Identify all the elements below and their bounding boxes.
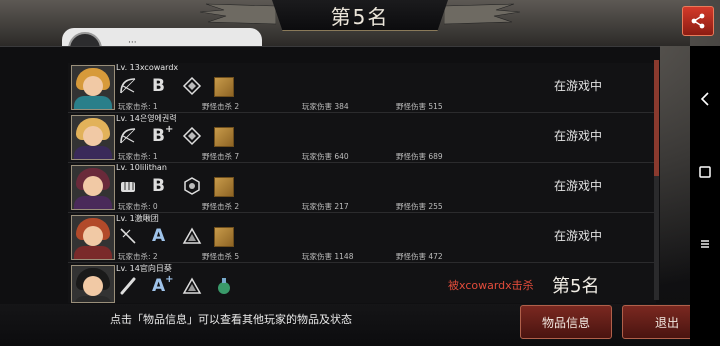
grade-badge: B <box>152 76 165 96</box>
player-row[interactable]: Lv. 13xcowardx B 玩家击杀: 1 野怪击杀 2 玩家伤害 384… <box>68 63 656 113</box>
rank-diamond-icon <box>182 126 202 146</box>
status-text: 在游戏中 <box>554 79 603 93</box>
share-button[interactable] <box>682 6 714 36</box>
avatar <box>71 65 115 110</box>
potion-icon <box>218 278 230 294</box>
avatar <box>71 165 115 210</box>
player-icons: A+ <box>118 274 238 296</box>
player-level-name: Lv. 14은영에권력 <box>116 114 177 123</box>
nav-back-icon[interactable] <box>690 92 720 106</box>
player-icons: A <box>118 226 238 247</box>
glove-icon <box>121 182 135 192</box>
equipped-item-icon <box>214 227 234 247</box>
right-wing-ornament-icon <box>444 3 521 25</box>
player-row[interactable]: Lv. 14官向日葵 A+ 被xcowardx击杀 第5名 <box>68 263 656 303</box>
player-damage: 玩家伤害 1148 <box>302 252 354 261</box>
avatar <box>71 115 115 160</box>
scrollbar[interactable] <box>654 60 659 300</box>
monster-kills: 野怪击杀 2 <box>202 102 240 111</box>
avatar <box>71 215 115 260</box>
scroll-thumb[interactable] <box>654 60 659 176</box>
status-text: 在游戏中 <box>554 229 603 243</box>
player-icons: B <box>118 176 238 197</box>
player-kills: 玩家击杀: 0 <box>118 202 158 211</box>
player-level-name: Lv. 1激啾团 <box>116 214 159 223</box>
player-damage: 玩家伤害 384 <box>302 102 349 111</box>
grade-badge: A <box>152 226 166 246</box>
rank-hexagon-icon <box>184 177 200 195</box>
rank-triangle-icon <box>182 277 202 294</box>
equipped-item-icon <box>214 177 234 197</box>
footer-bar: 点击「物品信息」可以查看其他玩家的物品及状态 物品信息 退出 <box>0 304 712 346</box>
monster-damage: 野怪伤害 689 <box>396 152 443 161</box>
player-row[interactable]: Lv. 14은영에권력 B+ 玩家击杀: 1 野怪击杀 7 玩家伤害 640 野… <box>68 113 656 163</box>
player-damage: 玩家伤害 217 <box>302 202 349 211</box>
grade-badge: A+ <box>152 274 174 296</box>
rank-title-banner: 第5名 <box>272 0 448 31</box>
nav-home-icon[interactable] <box>690 166 720 178</box>
monster-kills: 野怪击杀 7 <box>202 152 240 161</box>
spear-icon <box>120 228 136 244</box>
player-level-name: Lv. 14官向日葵 <box>116 264 172 273</box>
player-level-name: Lv. 13xcowardx <box>116 63 179 72</box>
bow-icon <box>120 128 136 144</box>
page-title: 第5名 <box>330 4 390 29</box>
player-level-name: Lv. 10lilithan <box>116 163 167 172</box>
monster-kills: 野怪击杀 5 <box>202 252 240 261</box>
share-icon <box>691 13 705 29</box>
status-text: 在游戏中 <box>554 179 603 193</box>
item-info-button[interactable]: 物品信息 <box>520 305 612 339</box>
grade-badge: B <box>152 176 165 196</box>
rank-triangle-icon <box>182 227 202 244</box>
avatar <box>71 265 115 303</box>
final-rank: 第5名 <box>552 276 600 297</box>
status-text: 在游戏中 <box>554 129 603 143</box>
bat-icon <box>120 277 136 295</box>
player-row[interactable]: Lv. 1激啾团 A 玩家击杀: 2 野怪击杀 5 玩家伤害 1148 野怪伤害… <box>68 213 656 263</box>
nav-menu-icon[interactable] <box>690 238 720 250</box>
hint-text: 点击「物品信息」可以查看其他玩家的物品及状态 <box>110 313 352 326</box>
grade-badge: B+ <box>152 124 174 146</box>
android-nav-bar <box>690 46 720 346</box>
player-kills: 玩家击杀: 2 <box>118 252 158 261</box>
left-wing-ornament-icon <box>199 3 276 25</box>
killed-by-text: 被xcowardx击杀 <box>448 279 534 292</box>
monster-damage: 野怪伤害 515 <box>396 102 443 111</box>
monster-damage: 野怪伤害 255 <box>396 202 443 211</box>
monster-kills: 野怪击杀 2 <box>202 202 240 211</box>
bow-icon <box>120 78 136 94</box>
player-kills: 玩家击杀: 1 <box>118 102 158 111</box>
rank-diamond-icon <box>182 76 202 96</box>
equipped-item-icon <box>214 127 234 147</box>
player-kills: 玩家击杀: 1 <box>118 152 158 161</box>
player-icons: B <box>118 76 238 97</box>
monster-damage: 野怪伤害 472 <box>396 252 443 261</box>
equipped-item-icon <box>214 77 234 97</box>
player-list-panel: Lv. 13xcowardx B 玩家击杀: 1 野怪击杀 2 玩家伤害 384… <box>0 46 660 305</box>
player-row[interactable]: Lv. 10lilithan B 玩家击杀: 0 野怪击杀 2 玩家伤害 217… <box>68 163 656 213</box>
player-damage: 玩家伤害 640 <box>302 152 349 161</box>
player-icons: B+ <box>118 124 238 147</box>
